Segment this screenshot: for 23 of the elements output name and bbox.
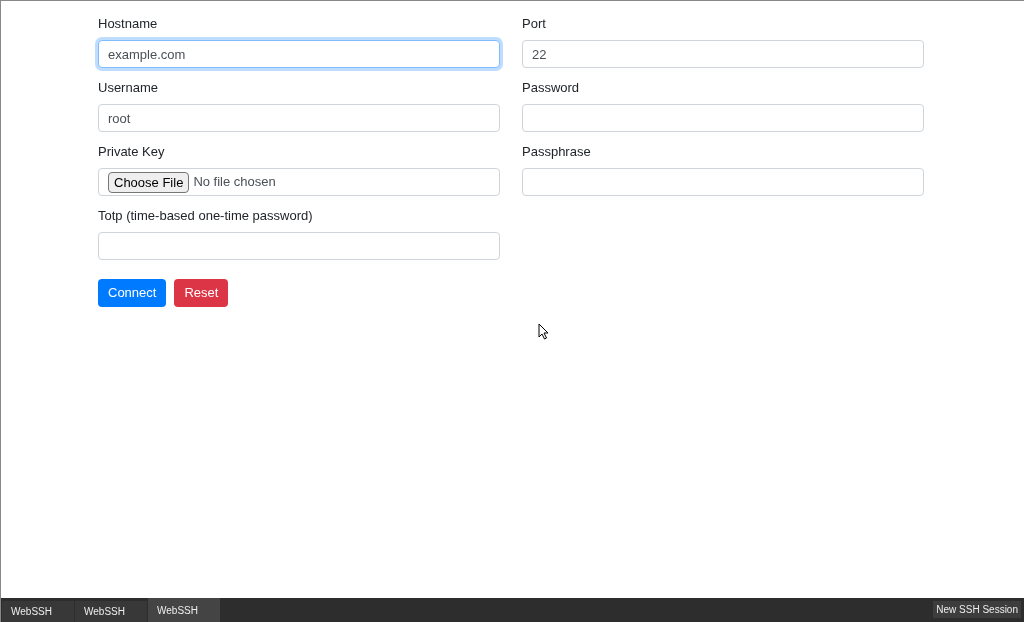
field-label: Hostname	[98, 16, 159, 32]
action-button[interactable]: Connect	[98, 279, 167, 307]
taskbar-item[interactable]: WebSSH	[75, 601, 147, 622]
input-field[interactable]	[522, 104, 924, 132]
field-label: Passphrase	[522, 144, 592, 160]
field-label: Username	[98, 80, 159, 96]
action-button[interactable]: Reset	[174, 279, 229, 307]
file-field[interactable]: Choose File No file chosen	[98, 168, 500, 196]
choose-file-button[interactable]: Choose File	[108, 171, 190, 193]
field-label: Private Key	[98, 144, 166, 160]
input-field[interactable]	[98, 232, 500, 260]
input-field[interactable]	[522, 168, 924, 196]
field-label: Totp (time-based one-time password)	[98, 208, 314, 224]
file-status: No file chosen	[193, 173, 276, 192]
input-field[interactable]: example.com	[98, 40, 500, 68]
input-field[interactable]: root	[98, 104, 500, 132]
new-session-button[interactable]: New SSH Session	[933, 601, 1021, 618]
taskbar-item[interactable]: WebSSH	[148, 598, 220, 622]
input-field[interactable]: 22	[522, 40, 924, 68]
taskbar-item[interactable]: WebSSH	[2, 601, 74, 622]
mouse-cursor-icon	[538, 323, 549, 340]
field-label: Port	[522, 16, 547, 32]
field-label: Password	[522, 80, 581, 96]
